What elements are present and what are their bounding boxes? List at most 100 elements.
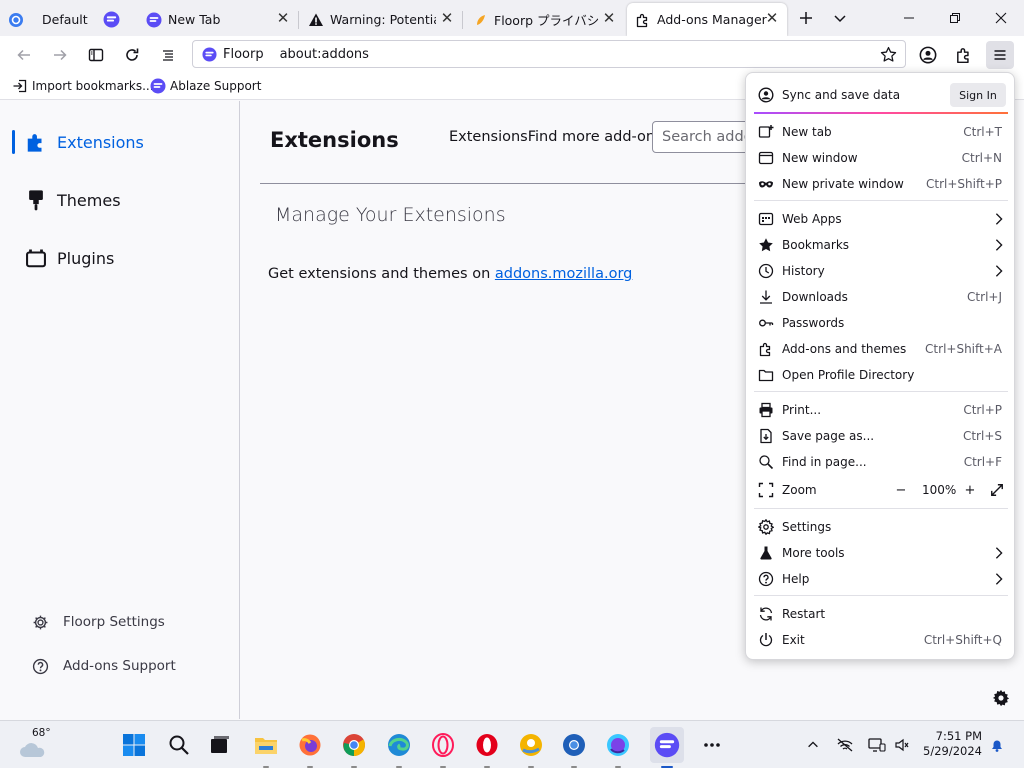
bookmark-import[interactable]: Import bookmarks...	[12, 77, 154, 95]
star-icon[interactable]	[880, 46, 897, 63]
account-button[interactable]	[914, 41, 942, 69]
menu-shortcut: Ctrl+Shift+P	[926, 177, 1002, 191]
menu-label: Print...	[782, 403, 822, 417]
save-page-icon	[760, 428, 772, 444]
url-text[interactable]: about:addons	[280, 47, 369, 62]
navigation-toolbar: Floorp about:addons	[0, 36, 1024, 72]
floorp-leaf-icon	[477, 14, 485, 25]
taskbar-app-chrome[interactable]	[339, 730, 369, 760]
list-icon	[163, 50, 173, 61]
category-plugins[interactable]: Plugins	[0, 238, 239, 278]
taskbar-app-task-view[interactable]	[205, 730, 235, 760]
taskbar-app-opera[interactable]	[472, 730, 502, 760]
menu-item-save-page-as[interactable]: Save page as... Ctrl+S	[754, 423, 1006, 449]
tray-network[interactable]	[830, 730, 860, 760]
taskbar-app-file-explorer[interactable]	[251, 730, 281, 760]
menu-item-add-ons-and-themes[interactable]: Add-ons and themes Ctrl+Shift+A	[754, 336, 1006, 362]
tab-addons-manager[interactable]: Add-ons Manager ✕	[627, 3, 787, 36]
back-button[interactable]	[10, 41, 38, 69]
extensions-button[interactable]	[950, 41, 978, 69]
bell-icon	[992, 740, 1002, 752]
close-window-button[interactable]	[978, 0, 1024, 36]
import-icon	[13, 79, 27, 93]
account-icon	[919, 46, 937, 64]
divider	[260, 183, 780, 184]
close-icon[interactable]: ✕	[276, 11, 290, 26]
close-icon[interactable]: ✕	[765, 11, 779, 26]
menu-item-downloads[interactable]: Downloads Ctrl+J	[754, 284, 1006, 310]
taskbar-app-firefox[interactable]	[295, 730, 325, 760]
tray-overflow-button[interactable]	[798, 730, 828, 760]
menu-item-history[interactable]: History	[754, 258, 1006, 284]
puzzle-icon	[636, 13, 648, 27]
taskbar-app-search[interactable]	[164, 730, 194, 760]
menu-item-settings[interactable]: Settings	[754, 514, 1006, 540]
fullscreen-icon[interactable]	[990, 483, 1004, 497]
amo-link[interactable]: addons.mozilla.org	[495, 266, 633, 282]
weather-widget[interactable]: 68°	[18, 727, 58, 763]
menu-label: More tools	[782, 546, 845, 560]
taskbar-app-edge[interactable]	[384, 730, 414, 760]
notification-button[interactable]	[982, 730, 1012, 760]
page-options-button[interactable]	[986, 684, 1016, 712]
taskbar-app-floorp[interactable]	[650, 727, 684, 763]
taskbar-app-start[interactable]	[119, 730, 149, 760]
zoom-level[interactable]: 100%	[922, 483, 956, 497]
addons-sidebar: Extensions Themes Plugins Floorp Setting…	[0, 101, 240, 719]
tray-volume[interactable]	[887, 730, 917, 760]
minimize-button[interactable]	[886, 0, 932, 36]
sign-in-button[interactable]: Sign In	[950, 83, 1006, 107]
menu-item-web-apps[interactable]: Web Apps	[754, 206, 1006, 232]
task-view-icon	[209, 734, 231, 756]
zoom-in-button[interactable]: +	[961, 481, 979, 499]
new-tab-button[interactable]	[792, 4, 820, 32]
sidebar-toggle-button[interactable]	[82, 41, 110, 69]
list-all-tabs-button[interactable]	[826, 4, 854, 32]
category-extensions[interactable]: Extensions	[0, 122, 239, 162]
download-icon	[760, 290, 772, 304]
menu-item-print[interactable]: Print... Ctrl+P	[754, 397, 1006, 423]
tree-style-tab-button[interactable]	[154, 41, 182, 69]
addons-support-link[interactable]: Add-ons Support	[32, 656, 176, 676]
tab-new-tab[interactable]: New Tab ✕	[138, 3, 299, 36]
tab-title: New Tab	[168, 12, 221, 27]
menu-item-exit[interactable]: Exit Ctrl+Shift+Q	[754, 627, 1006, 653]
search-icon	[759, 455, 774, 470]
reload-button[interactable]	[118, 41, 146, 69]
start-icon	[122, 733, 146, 757]
category-label: Extensions	[57, 132, 144, 152]
menu-item-new-window[interactable]: New window Ctrl+N	[754, 145, 1006, 171]
close-icon[interactable]: ✕	[440, 11, 454, 26]
menu-item-restart[interactable]: Restart	[754, 601, 1006, 627]
url-bar[interactable]: Floorp about:addons	[192, 40, 906, 68]
taskbar-app-firefox-nightly[interactable]	[603, 730, 633, 760]
tab-floorp-privacy[interactable]: Floorp プライバシー ✕	[464, 3, 624, 36]
tab-title: Add-ons Manager	[657, 12, 767, 27]
menu-item-new-private-window[interactable]: New private window Ctrl+Shift+P	[754, 171, 1006, 197]
menu-item-open-profile-directory[interactable]: Open Profile Directory	[754, 362, 1006, 388]
footer-link-label: Floorp Settings	[63, 614, 165, 630]
private-mask-icon	[759, 181, 773, 188]
taskbar-app-more[interactable]	[697, 730, 727, 760]
category-themes[interactable]: Themes	[0, 180, 239, 220]
system-clock[interactable]: 7:51 PM 5/29/2024	[923, 729, 982, 759]
menu-item-new-tab[interactable]: New tab Ctrl+T	[754, 119, 1006, 145]
floorp-settings-link[interactable]: Floorp Settings	[32, 612, 165, 632]
bookmark-ablaze-support[interactable]: Ablaze Support	[150, 77, 261, 95]
tab-warning[interactable]: Warning: Potential S ✕	[300, 3, 463, 36]
menu-item-more-tools[interactable]: More tools	[754, 540, 1006, 566]
close-icon[interactable]: ✕	[602, 11, 616, 26]
forward-arrow-icon	[54, 49, 67, 61]
restore-button[interactable]	[932, 0, 978, 36]
taskbar-app-chromium[interactable]	[559, 730, 589, 760]
taskbar-app-opera-gx[interactable]	[428, 730, 458, 760]
taskbar-app-chrome-canary[interactable]	[516, 730, 546, 760]
menu-item-find-in-page[interactable]: Find in page... Ctrl+F	[754, 449, 1006, 475]
menu-item-passwords[interactable]: Passwords	[754, 310, 1006, 336]
forward-button[interactable]	[46, 41, 74, 69]
menu-item-help[interactable]: Help	[754, 566, 1006, 592]
app-menu-button[interactable]	[986, 41, 1014, 69]
menu-item-bookmarks[interactable]: Bookmarks	[754, 232, 1006, 258]
tab-default[interactable]: Default	[0, 3, 134, 36]
zoom-out-button[interactable]: −	[892, 481, 910, 499]
